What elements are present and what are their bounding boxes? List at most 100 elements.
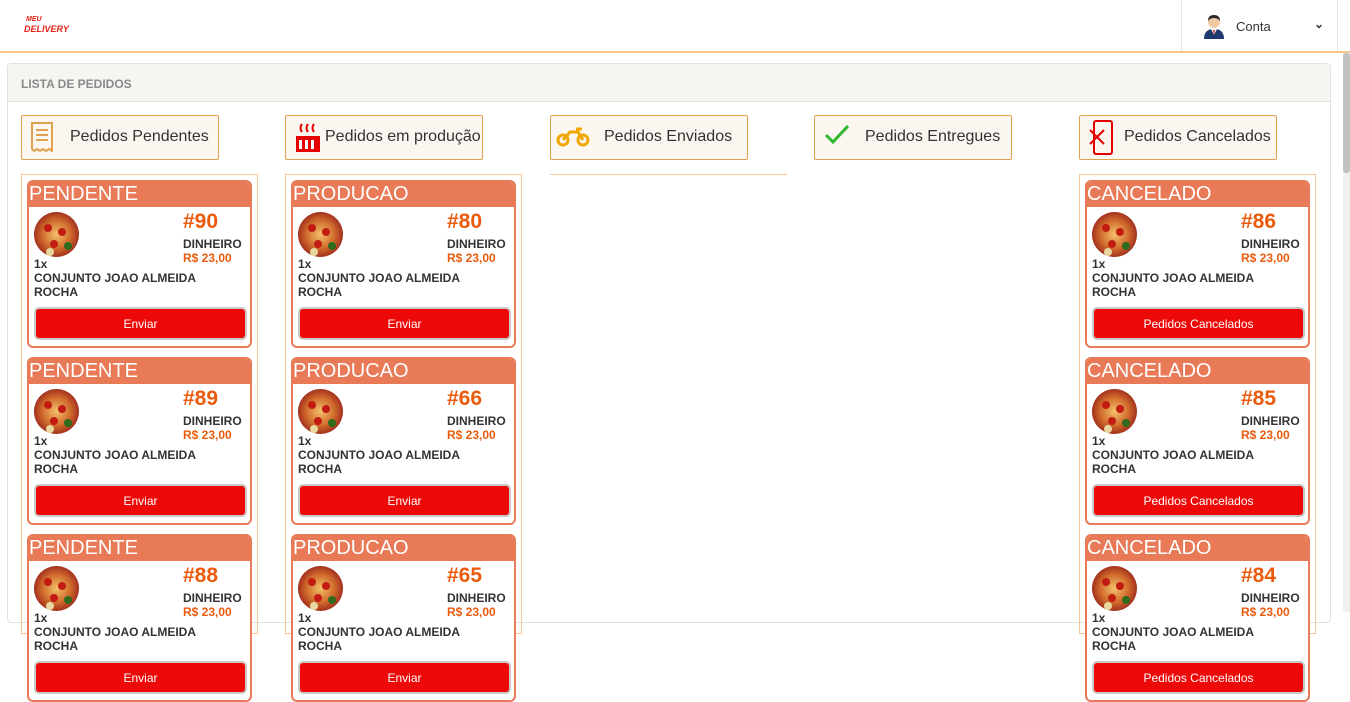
cancelled-orders-button[interactable]: Pedidos Cancelados: [1094, 663, 1303, 692]
item-name: CONJUNTO JOAO ALMEIDA ROCHA: [298, 271, 460, 299]
cancel-phone-icon: [1088, 120, 1114, 161]
chevron-down-icon[interactable]: ⌄: [1314, 17, 1324, 31]
order-price: R$ 23,00: [447, 428, 496, 442]
pizza-image: [298, 212, 343, 257]
tab-production-label: Pedidos em produção: [325, 128, 481, 145]
account-label: Conta: [1236, 19, 1271, 34]
order-number: #80: [447, 210, 483, 233]
pizza-image: [1092, 212, 1137, 257]
order-card: PRODUCAO #80 DINHEIRO R$ 23,00 1x CONJUN…: [291, 180, 516, 348]
order-card: CANCELADO #84 DINHEIRO R$ 23,00 1x CONJU…: [1085, 534, 1310, 702]
order-status: PRODUCAO: [293, 182, 514, 207]
order-card: PENDENTE #90 DINHEIRO R$ 23,00 1x CONJUN…: [27, 180, 252, 348]
payment-method: DINHEIRO: [447, 591, 506, 605]
order-card: PENDENTE #88 DINHEIRO R$ 23,00 1x CONJUN…: [27, 534, 252, 702]
payment-method: DINHEIRO: [183, 237, 242, 251]
brand-logo[interactable]: MEU DELIVERY: [24, 16, 69, 36]
send-button[interactable]: Enviar: [300, 663, 509, 692]
brand-logo-line2: DELIVERY: [24, 24, 69, 34]
item-quantity: 1x: [1092, 257, 1106, 271]
order-number: #66: [447, 387, 483, 410]
oven-icon: [295, 122, 321, 159]
production-orders-column: PRODUCAO #80 DINHEIRO R$ 23,00 1x CONJUN…: [285, 174, 522, 702]
order-status: CANCELADO: [1087, 182, 1308, 207]
order-number: #86: [1241, 210, 1277, 233]
tab-cancelled-orders[interactable]: Pedidos Cancelados: [1079, 115, 1277, 160]
order-number: #88: [183, 564, 219, 587]
tab-cancelled-label: Pedidos Cancelados: [1124, 128, 1271, 145]
send-button[interactable]: Enviar: [36, 486, 245, 515]
tab-pending-label: Pedidos Pendentes: [70, 128, 209, 145]
order-status: PRODUCAO: [293, 536, 514, 561]
tab-delivered-label: Pedidos Entregues: [865, 128, 1001, 145]
order-number: #90: [183, 210, 219, 233]
panel-title: LISTA DE PEDIDOS: [8, 64, 1330, 102]
account-menu[interactable]: Conta ⌄: [1181, 0, 1338, 51]
send-button[interactable]: Enviar: [300, 309, 509, 338]
order-price: R$ 23,00: [1241, 251, 1290, 265]
send-button[interactable]: Enviar: [300, 486, 509, 515]
item-quantity: 1x: [298, 611, 312, 625]
item-quantity: 1x: [298, 434, 312, 448]
item-quantity: 1x: [34, 434, 48, 448]
order-price: R$ 23,00: [447, 605, 496, 619]
item-name: CONJUNTO JOAO ALMEIDA ROCHA: [1092, 448, 1254, 476]
pending-orders-column: PENDENTE #90 DINHEIRO R$ 23,00 1x CONJUN…: [21, 174, 258, 702]
receipt-icon: [31, 122, 53, 157]
order-number: #65: [447, 564, 483, 587]
motorcycle-icon: [556, 126, 590, 153]
item-quantity: 1x: [34, 257, 48, 271]
order-status: CANCELADO: [1087, 359, 1308, 384]
top-navbar: MEU DELIVERY Conta ⌄: [0, 0, 1350, 53]
payment-method: DINHEIRO: [183, 414, 242, 428]
tab-production-orders[interactable]: Pedidos em produção: [285, 115, 483, 160]
item-quantity: 1x: [1092, 611, 1106, 625]
pizza-image: [34, 389, 79, 434]
tab-pending-orders[interactable]: Pedidos Pendentes: [21, 115, 219, 160]
brand-logo-line1: MEU: [26, 16, 42, 23]
order-status: PENDENTE: [29, 359, 250, 384]
order-price: R$ 23,00: [183, 428, 232, 442]
order-price: R$ 23,00: [447, 251, 496, 265]
send-button[interactable]: Enviar: [36, 663, 245, 692]
cancelled-orders-column: CANCELADO #86 DINHEIRO R$ 23,00 1x CONJU…: [1079, 174, 1316, 702]
order-number: #84: [1241, 564, 1277, 587]
item-quantity: 1x: [298, 257, 312, 271]
item-name: CONJUNTO JOAO ALMEIDA ROCHA: [34, 271, 196, 299]
pizza-image: [1092, 389, 1137, 434]
tab-delivered-orders[interactable]: Pedidos Entregues: [814, 115, 1012, 160]
order-price: R$ 23,00: [183, 251, 232, 265]
item-name: CONJUNTO JOAO ALMEIDA ROCHA: [34, 448, 196, 476]
order-card: PENDENTE #89 DINHEIRO R$ 23,00 1x CONJUN…: [27, 357, 252, 525]
order-price: R$ 23,00: [1241, 428, 1290, 442]
order-status: CANCELADO: [1087, 536, 1308, 561]
pizza-image: [34, 212, 79, 257]
payment-method: DINHEIRO: [183, 591, 242, 605]
order-status: PRODUCAO: [293, 359, 514, 384]
tab-sent-label: Pedidos Enviados: [604, 128, 733, 145]
pizza-image: [298, 389, 343, 434]
payment-method: DINHEIRO: [1241, 414, 1300, 428]
send-button[interactable]: Enviar: [36, 309, 245, 338]
order-price: R$ 23,00: [1241, 605, 1290, 619]
item-name: CONJUNTO JOAO ALMEIDA ROCHA: [1092, 625, 1254, 653]
order-price: R$ 23,00: [183, 605, 232, 619]
checkmark-icon: [824, 124, 850, 151]
scrollbar-thumb[interactable]: [1343, 53, 1350, 173]
payment-method: DINHEIRO: [1241, 591, 1300, 605]
page-scrollbar[interactable]: [1343, 53, 1350, 612]
payment-method: DINHEIRO: [447, 414, 506, 428]
cancelled-orders-button[interactable]: Pedidos Cancelados: [1094, 486, 1303, 515]
order-card: PRODUCAO #65 DINHEIRO R$ 23,00 1x CONJUN…: [291, 534, 516, 702]
pizza-image: [1092, 566, 1137, 611]
item-name: CONJUNTO JOAO ALMEIDA ROCHA: [298, 448, 460, 476]
order-number: #85: [1241, 387, 1277, 410]
tab-sent-orders[interactable]: Pedidos Enviados: [550, 115, 748, 160]
order-card: CANCELADO #85 DINHEIRO R$ 23,00 1x CONJU…: [1085, 357, 1310, 525]
user-avatar-icon: [1202, 13, 1226, 39]
order-status: PENDENTE: [29, 536, 250, 561]
item-quantity: 1x: [1092, 434, 1106, 448]
item-quantity: 1x: [34, 611, 48, 625]
pizza-image: [298, 566, 343, 611]
cancelled-orders-button[interactable]: Pedidos Cancelados: [1094, 309, 1303, 338]
